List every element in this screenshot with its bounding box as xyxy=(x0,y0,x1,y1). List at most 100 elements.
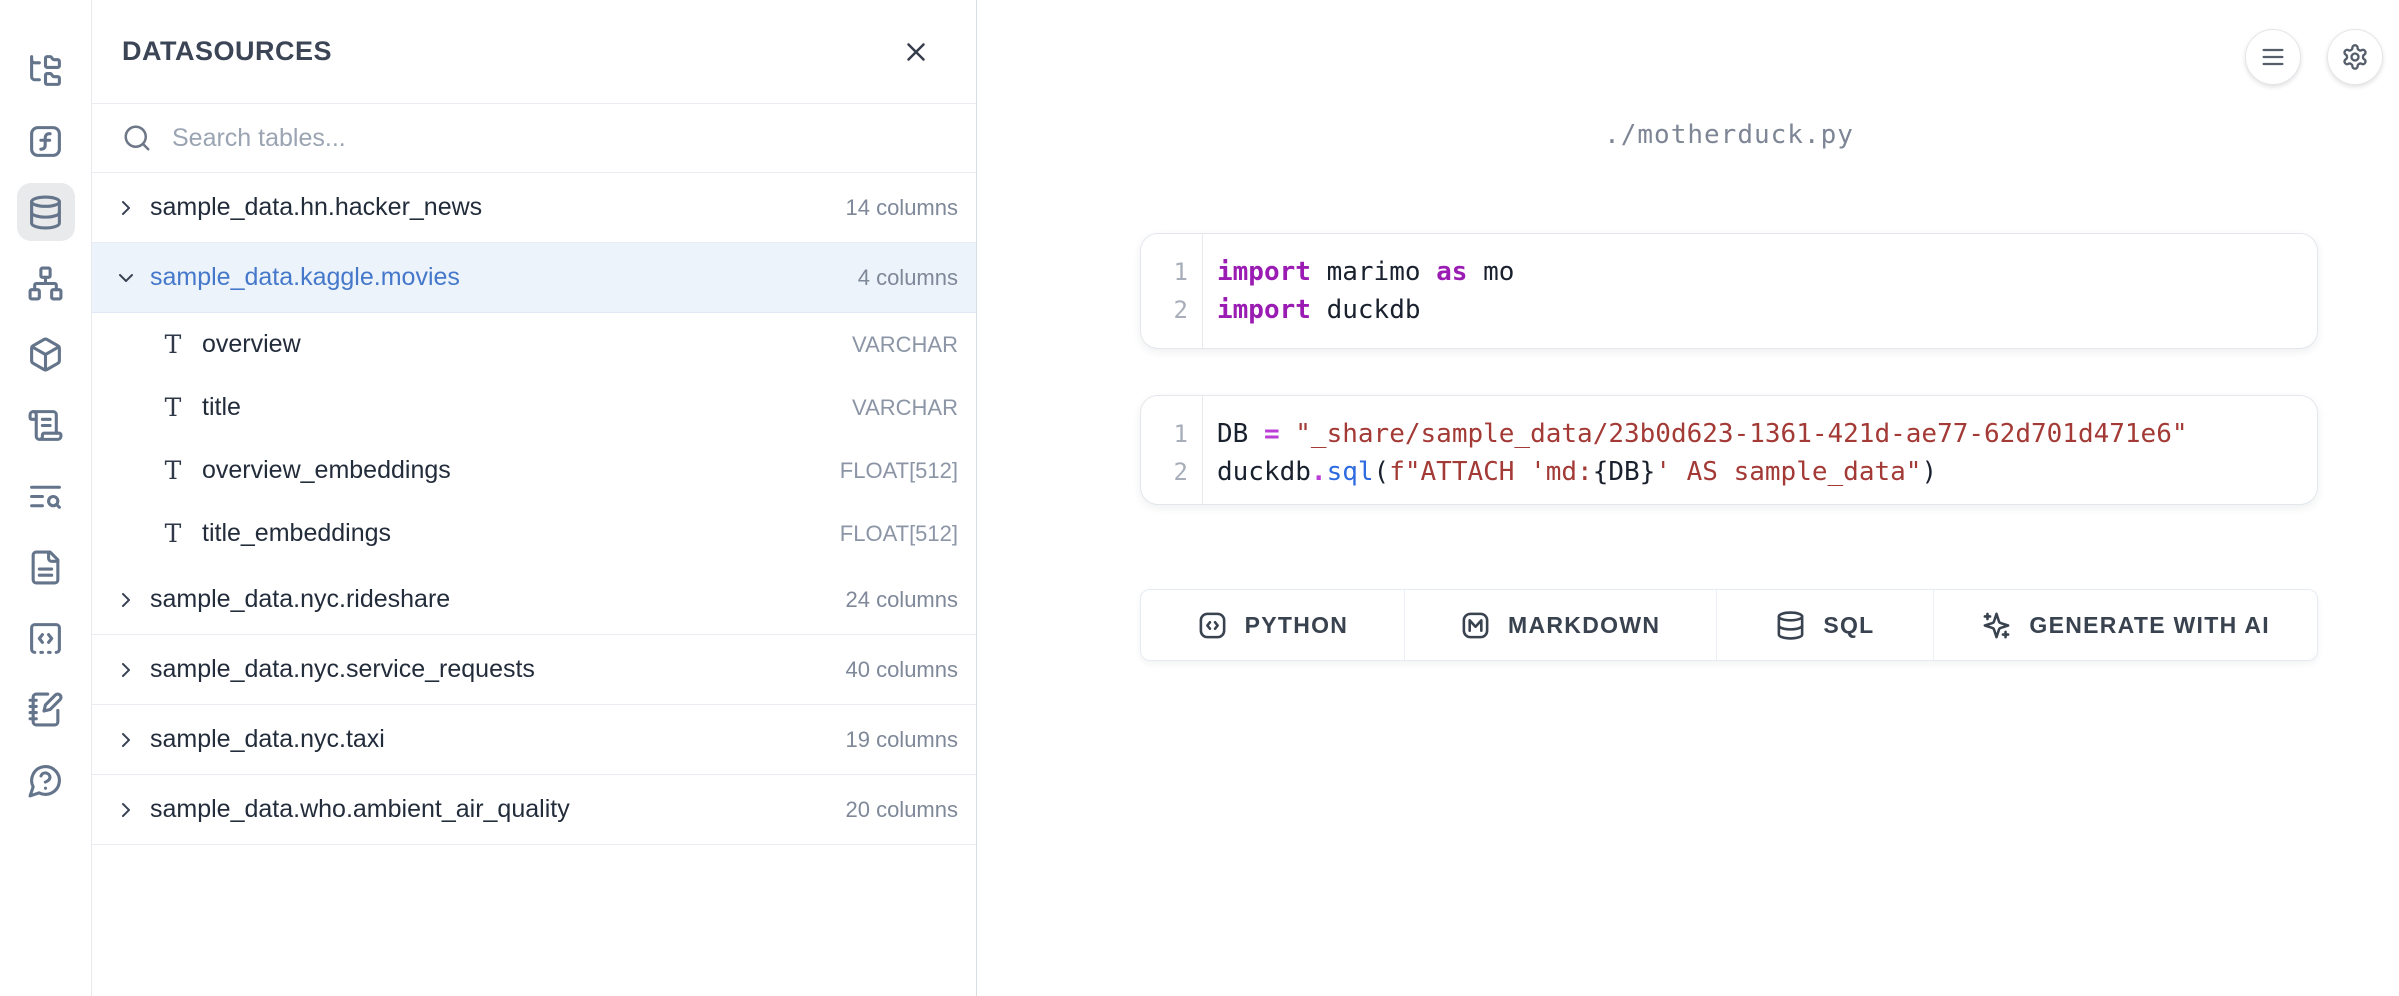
column-name: overview_embeddings xyxy=(202,456,840,485)
close-icon xyxy=(901,37,931,67)
add-sql-button[interactable]: SQL xyxy=(1716,590,1934,660)
column-type: FLOAT[512] xyxy=(840,458,958,484)
line-number-gutter: 12 xyxy=(1141,234,1203,348)
table-name: sample_data.kaggle.movies xyxy=(150,263,846,292)
chevron-right-icon[interactable] xyxy=(114,657,140,683)
sidebar-item-packages[interactable] xyxy=(17,325,75,383)
line-number: 2 xyxy=(1141,291,1188,329)
type-text-icon: T xyxy=(160,521,186,546)
table-row[interactable]: sample_data.kaggle.movies 4 columns xyxy=(92,243,976,313)
table-name: sample_data.nyc.rideshare xyxy=(150,585,833,614)
sidebar-item-file-explorer[interactable] xyxy=(17,41,75,99)
settings-button[interactable] xyxy=(2327,29,2383,85)
column-type: VARCHAR xyxy=(852,332,958,358)
search-input[interactable] xyxy=(170,123,946,154)
column-name: title xyxy=(202,393,852,422)
network-icon xyxy=(27,265,64,302)
add-button-label: PYTHON xyxy=(1245,612,1349,639)
sidebar-item-help[interactable] xyxy=(17,751,75,809)
sparkles-icon xyxy=(1981,610,2012,641)
add-button-label: SQL xyxy=(1823,612,1874,639)
column-count: 24 columns xyxy=(845,587,958,613)
chevron-right-icon xyxy=(114,798,138,822)
search-icon xyxy=(122,123,152,153)
chevron-right-icon[interactable] xyxy=(114,797,140,823)
panel-title: DATASOURCES xyxy=(122,36,332,67)
chevron-right-icon xyxy=(114,728,138,752)
column-name: title_embeddings xyxy=(202,519,840,548)
chevron-right-icon[interactable] xyxy=(114,727,140,753)
column-count: 20 columns xyxy=(845,797,958,823)
code-cell[interactable]: 12DB = "_share/sample_data/23b0d623-1361… xyxy=(1140,395,2318,505)
sidebar-item-logs[interactable] xyxy=(17,467,75,525)
add-cell-bar: PYTHON MARKDOWN SQL GENERATE WITH AI xyxy=(1140,589,2318,661)
column-row[interactable]: ToverviewVARCHAR xyxy=(92,313,976,376)
column-row[interactable]: Toverview_embeddingsFLOAT[512] xyxy=(92,439,976,502)
sidebar-item-snippets[interactable] xyxy=(17,609,75,667)
table-row[interactable]: sample_data.nyc.service_requests 40 colum… xyxy=(92,635,976,705)
table-row[interactable]: sample_data.who.ambient_air_quality 20 co… xyxy=(92,775,976,845)
list-search-icon xyxy=(27,478,64,515)
code-line: duckdb.sql(f"ATTACH 'md:{DB}' AS sample_… xyxy=(1217,453,2317,491)
add-generate-ai-button[interactable]: GENERATE WITH AI xyxy=(1933,590,2317,660)
datasources-panel-header: DATASOURCES xyxy=(92,0,976,104)
add-python-button[interactable]: PYTHON xyxy=(1141,590,1404,660)
code-square-icon xyxy=(1197,610,1228,641)
sidebar-item-scratchpad[interactable] xyxy=(17,680,75,738)
code-editor[interactable]: import marimo as moimport duckdb xyxy=(1203,234,2317,348)
code-editor[interactable]: DB = "_share/sample_data/23b0d623-1361-4… xyxy=(1203,396,2317,504)
code-cell[interactable]: 12import marimo as moimport duckdb xyxy=(1140,233,2318,349)
chevron-right-icon[interactable] xyxy=(114,587,140,613)
sidebar-item-functions[interactable] xyxy=(17,112,75,170)
box-icon xyxy=(27,336,64,373)
menu-button[interactable] xyxy=(2245,29,2301,85)
sidebar-item-outline[interactable] xyxy=(17,396,75,454)
folder-tree-icon xyxy=(27,52,64,89)
column-row[interactable]: Ttitle_embeddingsFLOAT[512] xyxy=(92,502,976,565)
file-text-icon xyxy=(27,549,64,586)
sidebar-item-documentation[interactable] xyxy=(17,538,75,596)
chevron-down-icon xyxy=(114,266,138,290)
add-markdown-button[interactable]: MARKDOWN xyxy=(1404,590,1716,660)
code-square-dashed-icon xyxy=(27,620,64,657)
table-name: sample_data.who.ambient_air_quality xyxy=(150,795,833,824)
table-row[interactable]: sample_data.nyc.taxi19 columns xyxy=(92,705,976,775)
table-search-row xyxy=(92,104,976,173)
notebook-pen-icon xyxy=(27,691,64,728)
sidebar-item-datasources[interactable] xyxy=(17,183,75,241)
function-square-icon xyxy=(27,123,64,160)
chevron-right-icon xyxy=(114,588,138,612)
database-icon xyxy=(1775,610,1806,641)
add-button-label: GENERATE WITH AI xyxy=(2029,612,2270,639)
notebook-main: ./motherduck.py 12import marimo as moimp… xyxy=(977,0,2399,996)
column-count: 4 columns xyxy=(858,265,958,291)
column-count: 40 columns xyxy=(845,657,958,683)
line-number: 2 xyxy=(1141,453,1188,491)
table-row[interactable]: sample_data.nyc.rideshare 24 columns xyxy=(92,565,976,635)
chevron-right-icon xyxy=(114,658,138,682)
sidebar-item-dependencies[interactable] xyxy=(17,254,75,312)
table-row[interactable]: sample_data.hn.hacker_news 14 columns xyxy=(92,173,976,243)
column-type: FLOAT[512] xyxy=(840,521,958,547)
close-panel-button[interactable] xyxy=(896,32,936,72)
chevron-right-icon[interactable] xyxy=(114,195,140,221)
column-count: 14 columns xyxy=(845,195,958,221)
type-text-icon: T xyxy=(160,458,186,483)
table-name: sample_data.nyc.service_requests xyxy=(150,655,833,684)
line-number: 1 xyxy=(1141,253,1188,291)
column-row[interactable]: TtitleVARCHAR xyxy=(92,376,976,439)
type-text-icon: T xyxy=(160,395,186,420)
message-question-icon xyxy=(27,762,64,799)
add-button-label: MARKDOWN xyxy=(1508,612,1660,639)
gear-icon xyxy=(2341,43,2369,71)
code-line: import duckdb xyxy=(1217,291,2317,329)
line-number-gutter: 12 xyxy=(1141,396,1203,504)
datasources-panel: DATASOURCES sample_data.hn.hacker_news 14… xyxy=(92,0,977,996)
markdown-square-icon xyxy=(1460,610,1491,641)
type-text-icon: T xyxy=(160,332,186,357)
chevron-down-icon[interactable] xyxy=(114,265,140,291)
sidebar-icon-rail xyxy=(0,0,92,996)
table-name: sample_data.hn.hacker_news xyxy=(150,193,833,222)
database-icon xyxy=(27,194,64,231)
scroll-text-icon xyxy=(27,407,64,444)
